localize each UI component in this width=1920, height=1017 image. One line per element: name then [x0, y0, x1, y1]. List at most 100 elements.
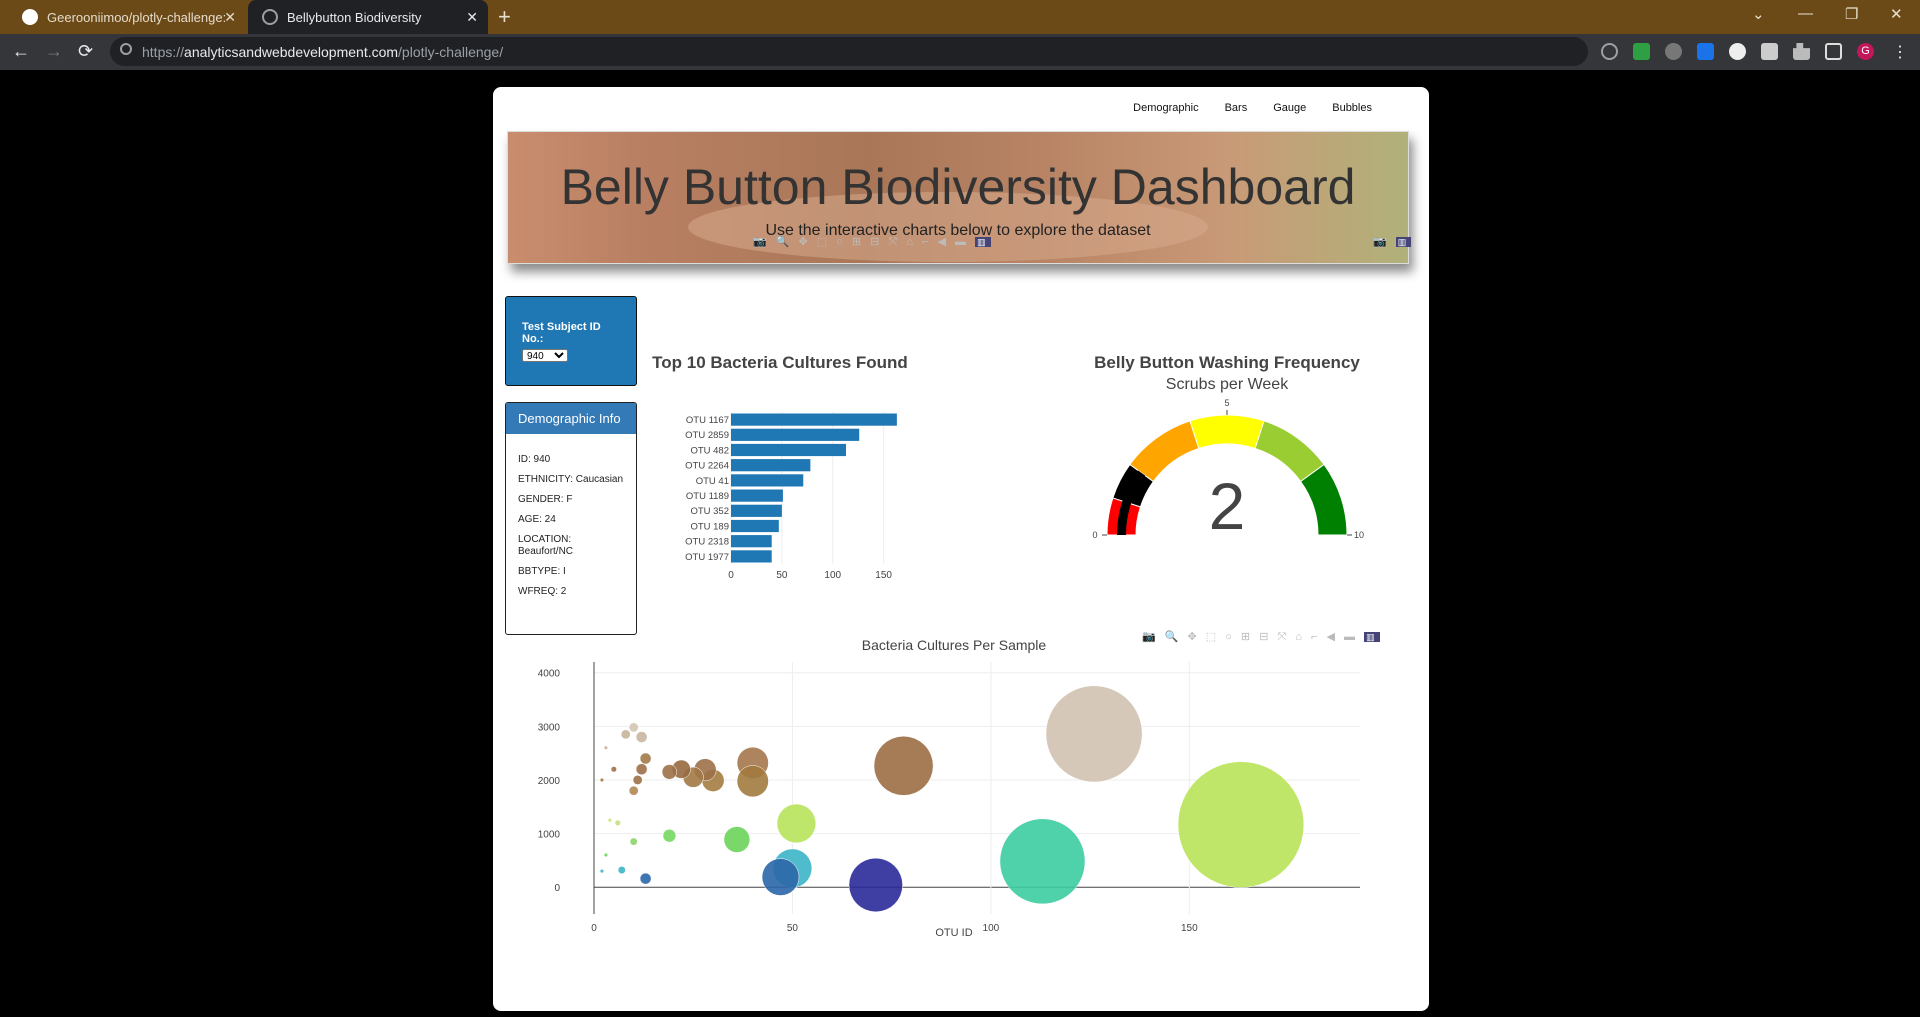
- bubble-point: [873, 735, 934, 796]
- gauge-modebar[interactable]: 📷 ▥: [1373, 235, 1412, 248]
- gauge-title: Belly Button Washing Frequency: [1094, 353, 1360, 372]
- bubble-y-tick-label: 2000: [538, 776, 561, 787]
- nav-link-demographic[interactable]: Demographic: [1133, 102, 1198, 114]
- bar-y-tick-label: OTU 1189: [686, 491, 729, 502]
- bubble-point: [999, 818, 1086, 905]
- bubble-point: [848, 857, 903, 913]
- bubble-point: [607, 818, 612, 823]
- reload-icon[interactable]: ⟳: [78, 41, 93, 62]
- bar-x-tick-label: 100: [824, 570, 841, 581]
- bubble-point: [1177, 761, 1305, 888]
- side-panel-icon[interactable]: [1825, 43, 1842, 60]
- bubble-x-tick-label: 50: [787, 923, 799, 934]
- browser-toolbar: ← → ⟳ https://analyticsandwebdevelopment…: [0, 34, 1920, 70]
- dashboard-card: Demographic Bars Gauge Bubbles Belly But…: [493, 87, 1429, 1011]
- dark-mode-icon[interactable]: [1729, 43, 1746, 60]
- tab-search-icon[interactable]: ⌄: [1752, 5, 1765, 23]
- bar-otu-1977: [731, 550, 772, 563]
- bubble-point: [599, 777, 605, 783]
- profile-avatar[interactable]: G: [1857, 43, 1874, 60]
- washing-gauge-chart[interactable]: Belly Button Washing Frequency Scrubs pe…: [1083, 349, 1423, 599]
- bar-otu-41: [731, 474, 804, 487]
- bar-otu-189: [731, 519, 779, 533]
- demographic-body: ID: 940 ETHNICITY: Caucasian GENDER: F A…: [506, 434, 636, 626]
- bar-y-tick-label: OTU 189: [690, 521, 729, 532]
- bar-y-tick-label: OTU 1977: [685, 552, 729, 563]
- tab-bellybutton[interactable]: Bellybutton Biodiversity ✕: [248, 0, 488, 34]
- browser-tab-strip: Geerooniimoo/plotly-challenge: ✕ Bellybu…: [0, 0, 1920, 34]
- url-text: https://analyticsandwebdevelopment.com/p…: [142, 44, 504, 60]
- minimize-button[interactable]: —: [1798, 5, 1813, 22]
- nav-link-gauge[interactable]: Gauge: [1273, 102, 1306, 114]
- bubble-point: [610, 766, 617, 773]
- bubble-point: [603, 745, 609, 750]
- bar-x-tick-label: 0: [728, 570, 734, 581]
- bubble-point: [635, 763, 648, 776]
- bar-otu-352: [731, 504, 782, 517]
- bar-otu-482: [731, 443, 846, 457]
- bubble-point: [603, 852, 609, 858]
- extensions-puzzle-icon[interactable]: [1793, 43, 1810, 60]
- bubble-point: [599, 869, 605, 874]
- gauge-tick-label: 10: [1354, 530, 1364, 540]
- demo-id: ID: 940: [518, 454, 551, 465]
- demo-bbtype: BBTYPE: I: [518, 566, 566, 577]
- bubble-chart[interactable]: Bacteria Cultures Per Sample OTU ID 0 100…: [513, 637, 1413, 1007]
- menu-kebab-icon[interactable]: ⋮: [1892, 42, 1908, 62]
- bubble-point: [639, 752, 652, 765]
- restore-button[interactable]: ❐: [1845, 5, 1858, 23]
- chat-extension-icon[interactable]: [1665, 43, 1682, 60]
- gauge-subtitle: Scrubs per Week: [1166, 376, 1289, 393]
- forward-icon[interactable]: →: [45, 41, 63, 62]
- subject-id-select[interactable]: 940: [522, 349, 568, 362]
- demo-age: AGE: 24: [518, 514, 556, 525]
- bubble-x-tick-label: 150: [1181, 923, 1198, 934]
- bar-y-tick-label: OTU 41: [696, 476, 729, 487]
- bar-y-tick-label: OTU 482: [690, 445, 729, 456]
- bubble-point: [723, 826, 751, 853]
- nav-link-bubbles[interactable]: Bubbles: [1332, 102, 1372, 114]
- screenshot-extension-icon[interactable]: [1761, 43, 1778, 60]
- bar-chart-title: Top 10 Bacteria Cultures Found: [652, 353, 908, 372]
- bubble-point: [614, 819, 621, 826]
- bubble-point: [617, 866, 626, 874]
- demo-ethnicity: ETHNICITY: Caucasian: [518, 474, 624, 485]
- link-extension-icon[interactable]: [1697, 43, 1714, 60]
- bubble-point: [639, 872, 652, 885]
- bar-y-tick-label: OTU 2859: [685, 430, 729, 441]
- bubble-y-tick-label: 0: [554, 883, 560, 894]
- subject-selector-panel: Test Subject ID No.: 940: [505, 296, 637, 386]
- demo-wfreq: WFREQ: 2: [518, 586, 567, 597]
- react-devtools-icon[interactable]: [1601, 43, 1618, 60]
- bar-x-tick-label: 50: [776, 570, 788, 581]
- bar-x-tick-label: 150: [875, 570, 892, 581]
- gauge-step-4-6: [1189, 414, 1265, 450]
- close-tab-icon[interactable]: ✕: [224, 9, 236, 25]
- github-icon: [22, 9, 38, 25]
- checkbox-extension-icon[interactable]: [1633, 43, 1650, 60]
- new-tab-button[interactable]: +: [498, 4, 511, 30]
- bar-otu-1189: [731, 489, 783, 502]
- address-bar[interactable]: https://analyticsandwebdevelopment.com/p…: [110, 37, 1588, 66]
- bar-otu-1167: [731, 413, 897, 426]
- bubble-x-tick-label: 0: [591, 923, 597, 934]
- bar-otu-2264: [731, 459, 811, 472]
- close-window-button[interactable]: ✕: [1890, 5, 1903, 23]
- site-info-icon[interactable]: [120, 43, 132, 55]
- top-nav: Demographic Bars Gauge Bubbles: [1133, 102, 1372, 114]
- bubble-point: [662, 828, 677, 843]
- nav-link-bars[interactable]: Bars: [1225, 102, 1248, 114]
- bar-chart-modebar[interactable]: 📷 🔍 ✥ ⬚ ○ ⊞ ⊟ ⤧ ⌂ ⌐ ◀ ▬ ▥: [753, 235, 991, 249]
- bubble-y-tick-label: 1000: [538, 830, 561, 841]
- bubble-x-tick-label: 100: [983, 923, 1000, 934]
- close-tab-icon[interactable]: ✕: [466, 9, 478, 25]
- bubble-point: [661, 764, 678, 780]
- bar-otu-2859: [731, 428, 860, 441]
- bubble-x-axis-label: OTU ID: [935, 927, 972, 939]
- gauge-tick-label: 0: [1092, 530, 1097, 540]
- demo-location: LOCATION: Beaufort/NC: [518, 534, 574, 557]
- back-icon[interactable]: ←: [12, 41, 30, 62]
- tab-github[interactable]: Geerooniimoo/plotly-challenge: ✕: [8, 0, 246, 34]
- bubble-point: [629, 837, 638, 846]
- top10-bar-chart[interactable]: Top 10 Bacteria Cultures Found 0 50 100 150…: [643, 349, 943, 599]
